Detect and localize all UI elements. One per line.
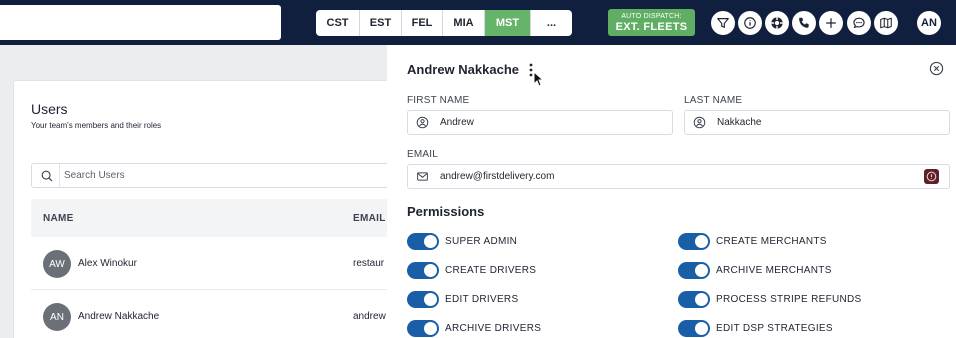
create-drivers-toggle[interactable] (407, 261, 439, 279)
timezone-fel-button[interactable]: FEL (402, 10, 443, 36)
table-row[interactable]: AW Alex Winokur restaur (31, 238, 411, 290)
permission-edit-drivers: EDIT DRIVERS (407, 290, 518, 308)
users-table-header: NAME EMAIL (31, 199, 411, 237)
users-search-box (31, 163, 411, 188)
table-row[interactable]: AN Andrew Nakkache andrew (31, 291, 411, 338)
info-icon (926, 171, 937, 182)
user-avatar-button[interactable]: AN (917, 11, 941, 35)
permission-label: EDIT DRIVERS (445, 293, 519, 305)
first-name-label: FIRST NAME (407, 95, 470, 106)
map-button[interactable] (874, 11, 898, 35)
search-icon (41, 170, 53, 182)
timezone-mia-button[interactable]: MIA (443, 10, 485, 36)
first-name-value: Andrew (440, 117, 474, 128)
process-stripe-refunds-toggle[interactable] (678, 290, 710, 308)
permission-archive-drivers: ARCHIVE DRIVERS (407, 319, 541, 337)
permission-label: ARCHIVE MERCHANTS (716, 264, 832, 276)
email-value: andrew@firstdelivery.com (440, 171, 555, 182)
search-divider (59, 164, 60, 187)
permissions-title: Permissions (407, 204, 485, 219)
last-name-field[interactable]: Nakkache (684, 110, 950, 135)
permission-process-stripe-refunds: PROCESS STRIPE REFUNDS (678, 290, 862, 308)
users-search-input[interactable] (64, 167, 364, 184)
timezone-est-button[interactable]: EST (360, 10, 402, 36)
timezone-mst-button[interactable]: MST (485, 10, 531, 36)
permission-label: CREATE DRIVERS (445, 264, 537, 276)
close-icon[interactable] (929, 61, 944, 76)
create-merchants-toggle[interactable] (678, 232, 710, 250)
timezone-cst-button[interactable]: CST (316, 10, 360, 36)
user-circle-icon (693, 116, 706, 129)
permission-label: ARCHIVE DRIVERS (445, 322, 542, 334)
mouse-cursor-icon (533, 71, 543, 87)
users-title: Users (31, 101, 68, 117)
timezone-more-button[interactable]: ... (531, 10, 572, 36)
avatar: AW (43, 250, 71, 278)
envelope-icon (417, 172, 428, 181)
archive-merchants-toggle[interactable] (678, 261, 710, 279)
filter-icon (717, 18, 729, 28)
drawer-title: Andrew Nakkache (407, 62, 519, 77)
map-icon (880, 17, 892, 29)
avatar: AN (43, 303, 71, 331)
timezone-selector: CST EST FEL MIA MST ... (316, 10, 572, 36)
last-name-value: Nakkache (717, 117, 762, 128)
first-name-field[interactable]: Andrew (407, 110, 673, 135)
edit-dsp-strategies-toggle[interactable] (678, 319, 710, 337)
users-subtitle: Your team's members and their roles (31, 121, 162, 130)
info-button[interactable] (738, 11, 762, 35)
user-email: andrew (353, 311, 386, 322)
permission-label: CREATE MERCHANTS (716, 235, 827, 247)
user-name: Alex Winokur (78, 258, 137, 269)
edit-drivers-toggle[interactable] (407, 290, 439, 308)
plus-icon (826, 18, 836, 28)
user-email: restaur (353, 258, 385, 269)
last-name-label: LAST NAME (684, 95, 743, 106)
phone-icon (799, 17, 809, 28)
user-name: Andrew Nakkache (78, 311, 160, 322)
info-icon (744, 17, 756, 29)
permission-label: EDIT DSP STRATEGIES (716, 322, 833, 334)
support-button[interactable] (765, 11, 789, 35)
top-navbar: CST EST FEL MIA MST ... AUTO DISPATCH: E… (0, 0, 956, 45)
permission-create-drivers: CREATE DRIVERS (407, 261, 536, 279)
email-field[interactable]: andrew@firstdelivery.com (407, 164, 950, 189)
add-button[interactable] (819, 11, 843, 35)
auto-dispatch-value: EXT. FLEETS (615, 21, 688, 33)
column-header-email[interactable]: EMAIL (353, 213, 386, 224)
auto-dispatch-button[interactable]: AUTO DISPATCH: EXT. FLEETS (608, 9, 695, 36)
email-label: EMAIL (407, 149, 439, 160)
super-admin-toggle[interactable] (407, 232, 439, 250)
archive-drivers-toggle[interactable] (407, 319, 439, 337)
chat-button[interactable] (847, 11, 871, 35)
permission-super-admin: SUPER ADMIN (407, 232, 517, 250)
permission-create-merchants: CREATE MERCHANTS (678, 232, 827, 250)
user-circle-icon (416, 116, 429, 129)
global-search-input[interactable] (0, 5, 281, 40)
email-alert-icon[interactable] (924, 169, 939, 184)
permission-label: SUPER ADMIN (445, 235, 518, 247)
chat-icon (853, 17, 865, 29)
permission-archive-merchants: ARCHIVE MERCHANTS (678, 261, 832, 279)
filter-button[interactable] (711, 11, 735, 35)
permission-edit-dsp-strategies: EDIT DSP STRATEGIES (678, 319, 833, 337)
phone-button[interactable] (792, 11, 816, 35)
lifebuoy-icon (771, 17, 783, 29)
auto-dispatch-label: AUTO DISPATCH: (621, 13, 682, 20)
column-header-name[interactable]: NAME (43, 213, 74, 224)
permission-label: PROCESS STRIPE REFUNDS (716, 293, 862, 305)
